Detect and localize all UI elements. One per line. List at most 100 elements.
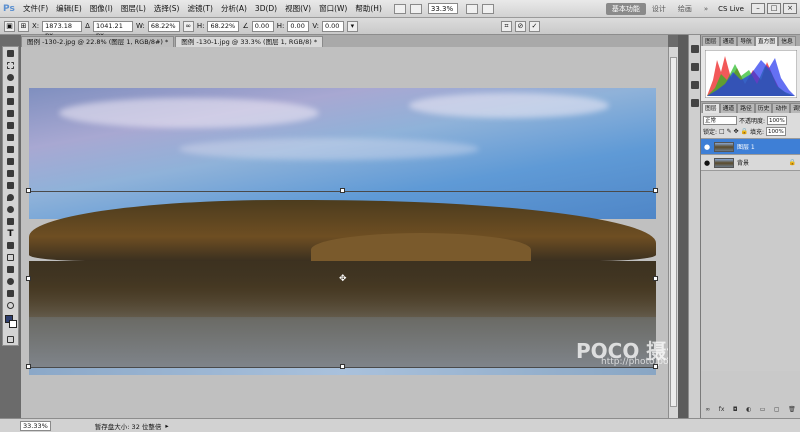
eye-icon[interactable]: ● <box>703 143 711 151</box>
add-mask-icon[interactable]: ◘ <box>733 406 738 416</box>
eyedropper-tool-icon[interactable] <box>4 108 17 119</box>
shape-tool-icon[interactable] <box>4 252 17 263</box>
transform-tool-icon[interactable]: ▣ <box>4 20 15 32</box>
history-panel-icon[interactable] <box>690 45 699 53</box>
actions-panel-icon[interactable] <box>690 63 699 71</box>
screen-mode-icon[interactable] <box>481 3 494 14</box>
tab-info[interactable]: 信息 <box>778 36 796 46</box>
tab-layers[interactable]: 图层 <box>702 36 720 46</box>
history-brush-tool-icon[interactable] <box>4 156 17 167</box>
healing-brush-tool-icon[interactable] <box>4 120 17 131</box>
3d-orbit-tool-icon[interactable] <box>4 276 17 287</box>
workspace-essentials-button[interactable]: 基本功能 <box>605 2 646 15</box>
dodge-tool-icon[interactable] <box>4 204 17 215</box>
menu-view[interactable]: 视图(V) <box>281 3 315 14</box>
minibridge-icon[interactable] <box>409 3 422 14</box>
menu-window[interactable]: 窗口(W) <box>315 3 351 14</box>
blend-mode-select[interactable]: 正常 <box>703 116 737 125</box>
character-panel-icon[interactable] <box>690 99 699 107</box>
opacity-field[interactable]: 100% <box>767 116 787 125</box>
zoom-tool-icon[interactable] <box>4 300 17 311</box>
arrange-documents-icon[interactable] <box>465 3 478 14</box>
delete-layer-icon[interactable]: 🗑 <box>788 406 796 416</box>
bridge-icon[interactable] <box>393 3 406 14</box>
workspace-more[interactable]: » <box>698 5 714 13</box>
color-swatches[interactable] <box>3 315 18 333</box>
adjustment-layer-icon[interactable]: ◐ <box>746 406 751 416</box>
fill-field[interactable]: 100% <box>765 127 786 136</box>
close-icon[interactable]: × <box>783 3 797 14</box>
path-select-tool-icon[interactable] <box>4 240 17 251</box>
cs-live-button[interactable]: CS Live <box>714 5 748 13</box>
crop-tool-icon[interactable] <box>4 96 17 107</box>
menu-analysis[interactable]: 分析(A) <box>217 3 251 14</box>
tab-histogram[interactable]: 直方图 <box>754 36 779 46</box>
hskew-field[interactable]: 0.00 <box>287 20 310 32</box>
transform-handle[interactable] <box>340 364 345 369</box>
eraser-tool-icon[interactable] <box>4 168 17 179</box>
tab-channels-2[interactable]: 通道 <box>719 103 738 113</box>
transform-handle[interactable] <box>653 188 658 193</box>
y-field[interactable]: 1041.21 px <box>92 20 133 39</box>
workspace-painting[interactable]: 绘画 <box>672 4 698 14</box>
reference-point-icon[interactable]: ✥ <box>339 274 347 284</box>
status-arrow-icon[interactable]: ▸ <box>165 422 168 430</box>
3d-rotate-tool-icon[interactable] <box>4 264 17 275</box>
transform-handle[interactable] <box>26 364 31 369</box>
brush-tool-icon[interactable] <box>4 132 17 143</box>
transform-handle[interactable] <box>340 188 345 193</box>
maximize-icon[interactable]: □ <box>767 3 781 14</box>
new-layer-icon[interactable]: ▢ <box>774 406 780 416</box>
move-tool-icon[interactable] <box>4 48 17 59</box>
tool-presets-panel-icon[interactable] <box>690 81 699 89</box>
reference-point-icon[interactable]: ⊞ <box>18 20 29 32</box>
tab-history[interactable]: 历史 <box>754 103 773 113</box>
link-icon[interactable]: ∞ <box>182 20 194 32</box>
tab-document-1[interactable]: 图例 -130-1.jpg @ 33.3% (图层 1, RGB/8) * <box>175 36 324 47</box>
h-field[interactable]: 68.22% <box>207 20 240 32</box>
transform-handle[interactable] <box>26 188 31 193</box>
cancel-transform-icon[interactable]: ⊘ <box>514 20 526 32</box>
transform-handle[interactable] <box>26 276 31 281</box>
menu-filter[interactable]: 滤镜(T) <box>184 3 217 14</box>
new-group-icon[interactable]: ▭ <box>760 406 766 416</box>
status-doc-info[interactable]: 暂存盘大小: 32 位整倍 <box>95 421 162 431</box>
interpolation-icon[interactable]: ▾ <box>346 20 358 32</box>
layer-row[interactable]: ● 图层 1 <box>701 139 800 155</box>
layer-row[interactable]: ● 背景 🔒 <box>701 155 800 171</box>
clone-stamp-tool-icon[interactable] <box>4 144 17 155</box>
x-field[interactable]: 1873.18 px <box>42 20 83 39</box>
menu-3d[interactable]: 3D(D) <box>251 4 281 13</box>
eye-icon[interactable]: ● <box>703 159 711 167</box>
menu-layer[interactable]: 图层(L) <box>117 3 150 14</box>
blur-tool-icon[interactable] <box>4 192 17 203</box>
commit-transform-icon[interactable]: ✓ <box>528 20 540 32</box>
menu-help[interactable]: 帮助(H) <box>351 3 386 14</box>
tab-document-2[interactable]: 图例 -130-2.jpg @ 22.8% (图层 1, RGB/8#) * <box>21 36 175 47</box>
warp-icon[interactable]: ⌗ <box>500 20 512 32</box>
angle-field[interactable]: 0.00 <box>251 20 274 32</box>
workspace-design[interactable]: 设计 <box>646 4 672 14</box>
hand-tool-icon[interactable] <box>4 288 17 299</box>
w-field[interactable]: 68.22% <box>147 20 180 32</box>
pen-tool-icon[interactable] <box>4 216 17 227</box>
menu-edit[interactable]: 编辑(E) <box>52 3 86 14</box>
tab-adjustments[interactable]: 调整 <box>790 103 800 113</box>
status-zoom[interactable]: 33.33% <box>20 420 51 431</box>
menu-image[interactable]: 图像(I) <box>86 3 117 14</box>
menu-file[interactable]: 文件(F) <box>19 3 52 14</box>
tab-layers-2[interactable]: 图层 <box>702 103 720 113</box>
quick-mask-icon[interactable] <box>4 334 17 345</box>
canvas-area[interactable]: ✥ POCO 摄影专题 http://photo.poco.cn/ <box>21 47 668 418</box>
vertical-scrollbar[interactable] <box>668 47 678 418</box>
tab-paths[interactable]: 路径 <box>737 103 755 113</box>
transform-handle[interactable] <box>653 276 658 281</box>
vskew-field[interactable]: 0.00 <box>321 20 344 32</box>
background-color[interactable] <box>9 320 17 328</box>
tab-navigator[interactable]: 导航 <box>737 36 755 46</box>
lasso-tool-icon[interactable] <box>4 72 17 83</box>
link-layers-icon[interactable]: ∞ <box>705 406 710 416</box>
tab-channels[interactable]: 通道 <box>719 36 738 46</box>
quick-select-tool-icon[interactable] <box>4 84 17 95</box>
type-tool-icon[interactable]: T <box>4 228 17 239</box>
